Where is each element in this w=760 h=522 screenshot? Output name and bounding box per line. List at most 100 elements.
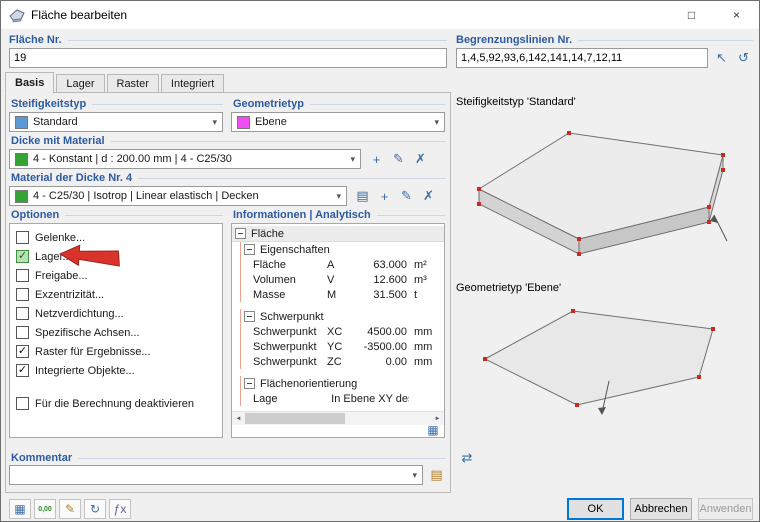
material-label-text: Material der Dicke Nr. 4 [11, 172, 133, 184]
new-icon: + [372, 151, 381, 167]
new-thickness-button[interactable]: + [367, 149, 386, 169]
select-lines-button[interactable]: ↖ [712, 48, 731, 68]
chevron-down-icon: ▾ [412, 469, 417, 480]
info-row: Schwerpunkt YC -3500.00 mm [232, 339, 444, 354]
pick-arrow-icon: ↖ [716, 50, 727, 65]
edit-material-button[interactable]: ✎ [397, 186, 416, 206]
information-label-text: Informationen | Analytisch [233, 209, 371, 221]
boundary-lines-label-text: Begrenzungslinien Nr. [456, 34, 573, 46]
options-label: Optionen [11, 209, 223, 221]
edit-thickness-button[interactable]: ✎ [389, 149, 408, 169]
material-label: Material der Dicke Nr. 4 [11, 172, 445, 184]
collapse-icon[interactable] [235, 228, 246, 239]
new-material-button[interactable]: + [375, 186, 394, 206]
thickness-label: Dicke mit Material [11, 135, 445, 147]
reverse-orientation-button[interactable]: ↺ [734, 48, 753, 68]
checkbox-icon [16, 288, 29, 301]
delete-material-button[interactable]: ✗ [419, 186, 438, 206]
info-row: Masse M 31.500 t [232, 287, 444, 302]
horizontal-scrollbar[interactable]: ◄ ► [232, 411, 444, 425]
maximize-button[interactable]: □ [669, 1, 714, 29]
geometry-color-swatch [237, 115, 250, 129]
result-table-button[interactable]: ▦ [425, 423, 441, 437]
information-panel: Fläche Eigenschaften Fläche A 63.000 m² Volume… [231, 223, 445, 438]
apply-button[interactable]: Anwenden [698, 498, 753, 520]
option-netzverdichtung[interactable]: Netzverdichtung... [10, 304, 222, 323]
stiffness-type-label: Steifigkeitstyp [11, 98, 223, 110]
scroll-thumb[interactable] [245, 413, 345, 424]
material-select[interactable]: 4 - C25/30 | Isotrop | Linear elastisch … [9, 186, 347, 206]
scroll-track[interactable] [245, 412, 431, 425]
checkbox-icon: ✓ [16, 364, 29, 377]
numbering-icon: ✎ [64, 502, 76, 516]
window-title: Fläche bearbeiten [31, 8, 128, 22]
option-label: Freigabe... [35, 269, 88, 282]
delete-thickness-button[interactable]: ✗ [411, 149, 430, 169]
stiffness-type-select[interactable]: Standard ▾ [9, 112, 223, 132]
comment-presets-button[interactable]: ▤ [427, 465, 446, 485]
option-raster-für-ergebnisse[interactable]: ✓ Raster für Ergebnisse... [10, 342, 222, 361]
thickness-select[interactable]: 4 - Konstant | d : 200.00 mm | 4 - C25/3… [9, 149, 361, 169]
stiffness-preview-image [477, 131, 728, 256]
collapse-icon[interactable] [244, 378, 255, 389]
chevron-down-icon: ▾ [434, 116, 439, 127]
option-label: Gelenke... [35, 231, 86, 244]
info-row: Volumen V 12.600 m³ [232, 272, 444, 287]
units-icon: 0,00 [38, 505, 52, 513]
surface-number-input[interactable] [9, 48, 447, 68]
geometry-type-select[interactable]: Ebene ▾ [231, 112, 445, 132]
scroll-left-button[interactable]: ◄ [232, 412, 245, 425]
tab-basis[interactable]: Basis [5, 72, 55, 94]
ok-button[interactable]: OK [567, 498, 624, 520]
thickness-value: 4 - Konstant | d : 200.00 mm | 4 - C25/3… [33, 153, 232, 165]
geometry-type-value: Ebene [255, 116, 287, 128]
cancel-button[interactable]: Abbrechen [630, 498, 692, 520]
delete-cross-icon: ✗ [415, 151, 426, 166]
options-label-text: Optionen [11, 209, 60, 221]
dialog-image-icon: ▦ [14, 502, 26, 516]
option-label: Integrierte Objekte... [35, 364, 135, 377]
option-label: Exzentrizität... [35, 288, 105, 301]
edit-surface-dialog: Fläche bearbeiten □ × Fläche Nr. Begrenz… [0, 0, 760, 522]
axes-arrows-icon: ⇄ [461, 450, 473, 465]
units-button[interactable]: 0,00 [34, 499, 56, 519]
tab-raster[interactable]: Raster [106, 74, 159, 93]
info-row: Eigenschaften [232, 242, 444, 257]
stiffness-type-label-text: Steifigkeitstyp [11, 98, 87, 110]
info-row: Schwerpunkt ZC 0.00 mm [232, 354, 444, 369]
stiffness-type-value: Standard [33, 116, 78, 128]
tab-lager[interactable]: Lager [56, 74, 105, 93]
titlebar: Fläche bearbeiten □ × [1, 1, 759, 29]
formula-button[interactable]: ƒx [109, 499, 131, 519]
close-button[interactable]: × [714, 1, 759, 29]
new-icon: + [380, 188, 389, 204]
option-integrierte-objekte[interactable]: ✓ Integrierte Objekte... [10, 361, 222, 380]
option-fuer-die-berechnung-deaktivieren[interactable]: Für die Berechnung deaktivieren [10, 394, 222, 413]
chevron-down-icon: ▾ [212, 116, 217, 127]
stiffness-preview-caption: Steifigkeitstyp 'Standard' [456, 96, 576, 108]
thickness-label-text: Dicke mit Material [11, 135, 105, 147]
chevron-down-icon: ▾ [336, 190, 341, 201]
display-settings-button[interactable]: ⇄ [456, 448, 478, 468]
surface-number-label: Fläche Nr. [9, 34, 447, 46]
collapse-icon[interactable] [244, 244, 255, 255]
option-spezifische-achsen[interactable]: Spezifische Achsen... [10, 323, 222, 342]
numbering-button[interactable]: ✎ [59, 499, 81, 519]
comment-text-field[interactable] [15, 468, 408, 482]
delete-cross-icon: ✗ [423, 188, 434, 203]
material-library-button[interactable]: ▤ [353, 186, 372, 206]
tab-integriert[interactable]: Integriert [160, 74, 225, 93]
info-row: Fläche A 63.000 m² [232, 257, 444, 272]
option-label: Netzverdichtung... [35, 307, 124, 320]
stiffness-color-swatch [15, 115, 28, 129]
checkbox-icon: ✓ [16, 250, 29, 263]
folder-icon: ▤ [430, 467, 443, 482]
option-exzentrizität[interactable]: Exzentrizität... [10, 285, 222, 304]
boundary-lines-input[interactable] [456, 48, 708, 68]
comment-combo[interactable]: ▾ [9, 465, 423, 485]
collapse-icon[interactable] [244, 311, 255, 322]
view-button[interactable]: ↻ [84, 499, 106, 519]
info-row: Schwerpunkt XC 4500.00 mm [232, 324, 444, 339]
information-label: Informationen | Analytisch [233, 209, 445, 221]
dialog-image-button[interactable]: ▦ [9, 499, 31, 519]
